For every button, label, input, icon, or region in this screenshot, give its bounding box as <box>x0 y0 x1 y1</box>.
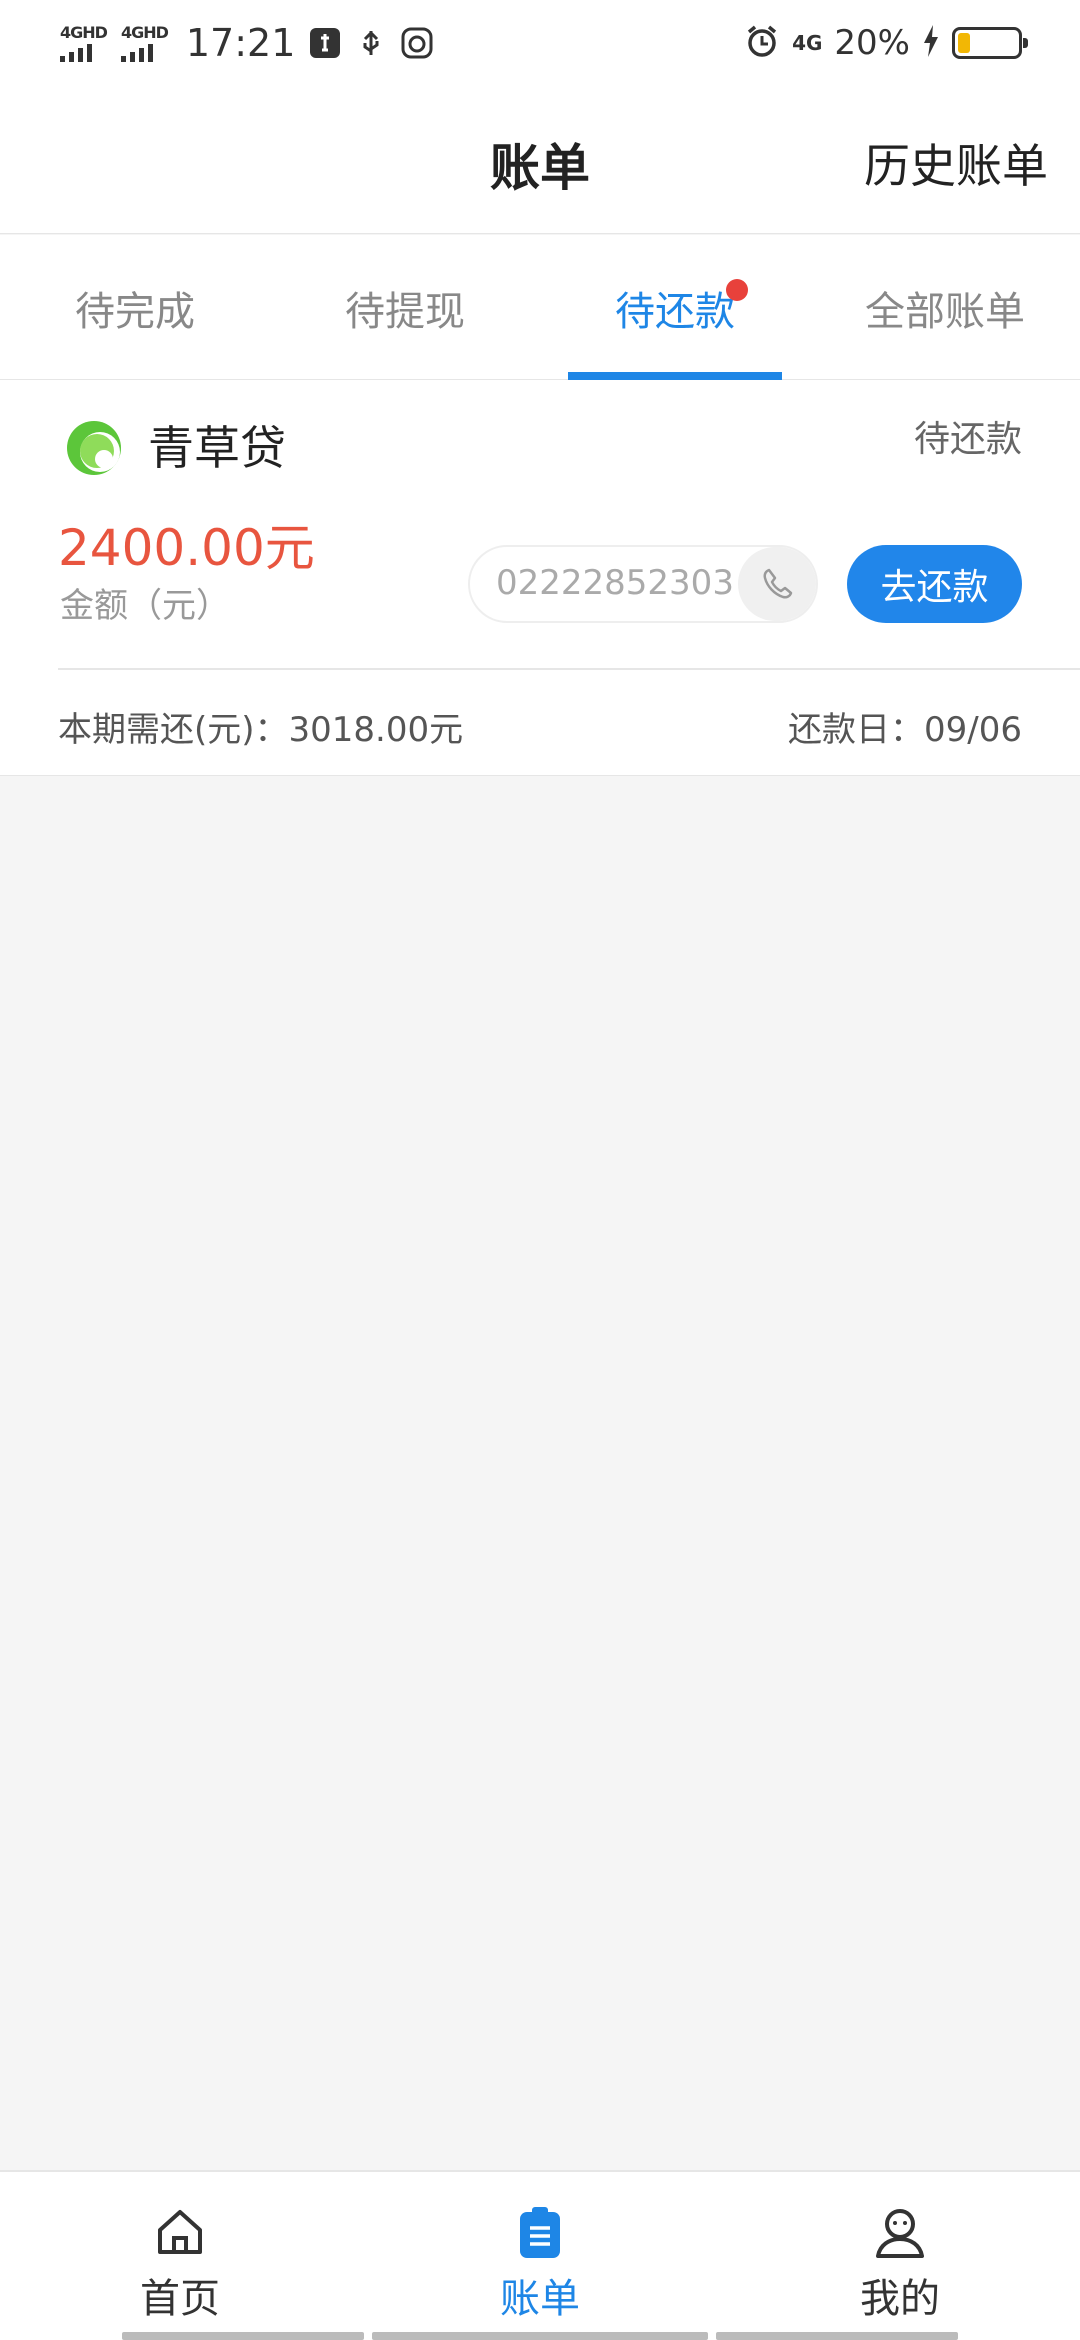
battery-percent: 20% <box>834 23 910 63</box>
history-bills-link[interactable]: 历史账单 <box>864 130 1048 196</box>
card-divider <box>58 668 1080 670</box>
current-due-amount: 本期需还(元)：3018.00元 <box>58 710 464 750</box>
alarm-icon <box>744 23 780 63</box>
status-bar: 4GHD 4GHD 17:21 4G 20% <box>0 0 1080 80</box>
bill-tabs: 待完成 待提现 待还款 全部账单 <box>0 235 1080 380</box>
usb-debug-icon <box>309 27 341 59</box>
lender-logo-icon <box>64 418 124 478</box>
status-bar-right: 4G 20% <box>744 18 1028 68</box>
nav-bills[interactable]: 账单 <box>440 2202 640 2324</box>
bill-amount: 2400.00元 <box>58 519 315 577</box>
usb-icon <box>355 27 387 59</box>
clock-time: 17:21 <box>185 21 296 65</box>
profile-icon <box>870 2202 930 2262</box>
repay-button[interactable]: 去还款 <box>847 545 1022 623</box>
tab-label: 待提现 <box>345 288 465 335</box>
home-icon <box>150 2202 210 2262</box>
repayment-date: 还款日：09/06 <box>788 710 1022 750</box>
gesture-bar-segment <box>716 2332 958 2340</box>
charging-icon <box>922 24 940 62</box>
active-tab-indicator <box>568 372 782 380</box>
notification-dot <box>726 279 748 301</box>
nav-home[interactable]: 首页 <box>80 2202 280 2324</box>
bottom-navigation: 首页 账单 我的 <box>0 2170 1080 2340</box>
gesture-bar-segment <box>372 2332 708 2340</box>
sim2-signal-icon: 4GHD <box>120 22 169 62</box>
tab-label: 待还款 <box>615 288 735 335</box>
tab-pending-completion[interactable]: 待完成 <box>0 235 270 380</box>
nav-profile[interactable]: 我的 <box>800 2202 1000 2324</box>
tab-pending-withdrawal[interactable]: 待提现 <box>270 235 540 380</box>
network-type: 4G <box>792 31 823 55</box>
app-header: 账单 历史账单 <box>0 80 1080 234</box>
status-bar-left: 4GHD 4GHD 17:21 <box>60 18 433 68</box>
battery-icon <box>952 27 1028 59</box>
nav-label: 首页 <box>140 2276 220 2322</box>
nav-label: 账单 <box>500 2276 580 2322</box>
tab-label: 待完成 <box>75 288 195 335</box>
gesture-bar-segment <box>122 2332 364 2340</box>
amount-label: 金额（元） <box>60 586 230 626</box>
battery-fill <box>958 33 970 53</box>
tab-pending-repayment[interactable]: 待还款 <box>540 235 810 380</box>
tab-all-bills[interactable]: 全部账单 <box>810 235 1080 380</box>
phone-call-icon[interactable] <box>738 547 816 621</box>
lender-name: 青草贷 <box>148 421 286 475</box>
bill-icon <box>510 2202 570 2262</box>
customer-service-phone[interactable]: 02222852303 <box>468 545 818 623</box>
bill-status: 待还款 <box>913 419 1022 460</box>
app-notification-icon <box>401 27 433 59</box>
bill-page: 4GHD 4GHD 17:21 4G 20% 账单 历史账单 待完成 待提现 待… <box>0 0 1080 2340</box>
bill-card[interactable]: 青草贷 待还款 2400.00元 金额（元） 02222852303 去还款 本… <box>0 380 1080 776</box>
phone-number: 02222852303 <box>496 563 734 603</box>
nav-label: 我的 <box>860 2276 940 2322</box>
sim2-label: 4GHD <box>120 22 169 42</box>
tab-label: 全部账单 <box>865 288 1025 335</box>
sim1-label: 4GHD <box>60 22 108 42</box>
sim1-signal-icon: 4GHD <box>60 22 108 62</box>
